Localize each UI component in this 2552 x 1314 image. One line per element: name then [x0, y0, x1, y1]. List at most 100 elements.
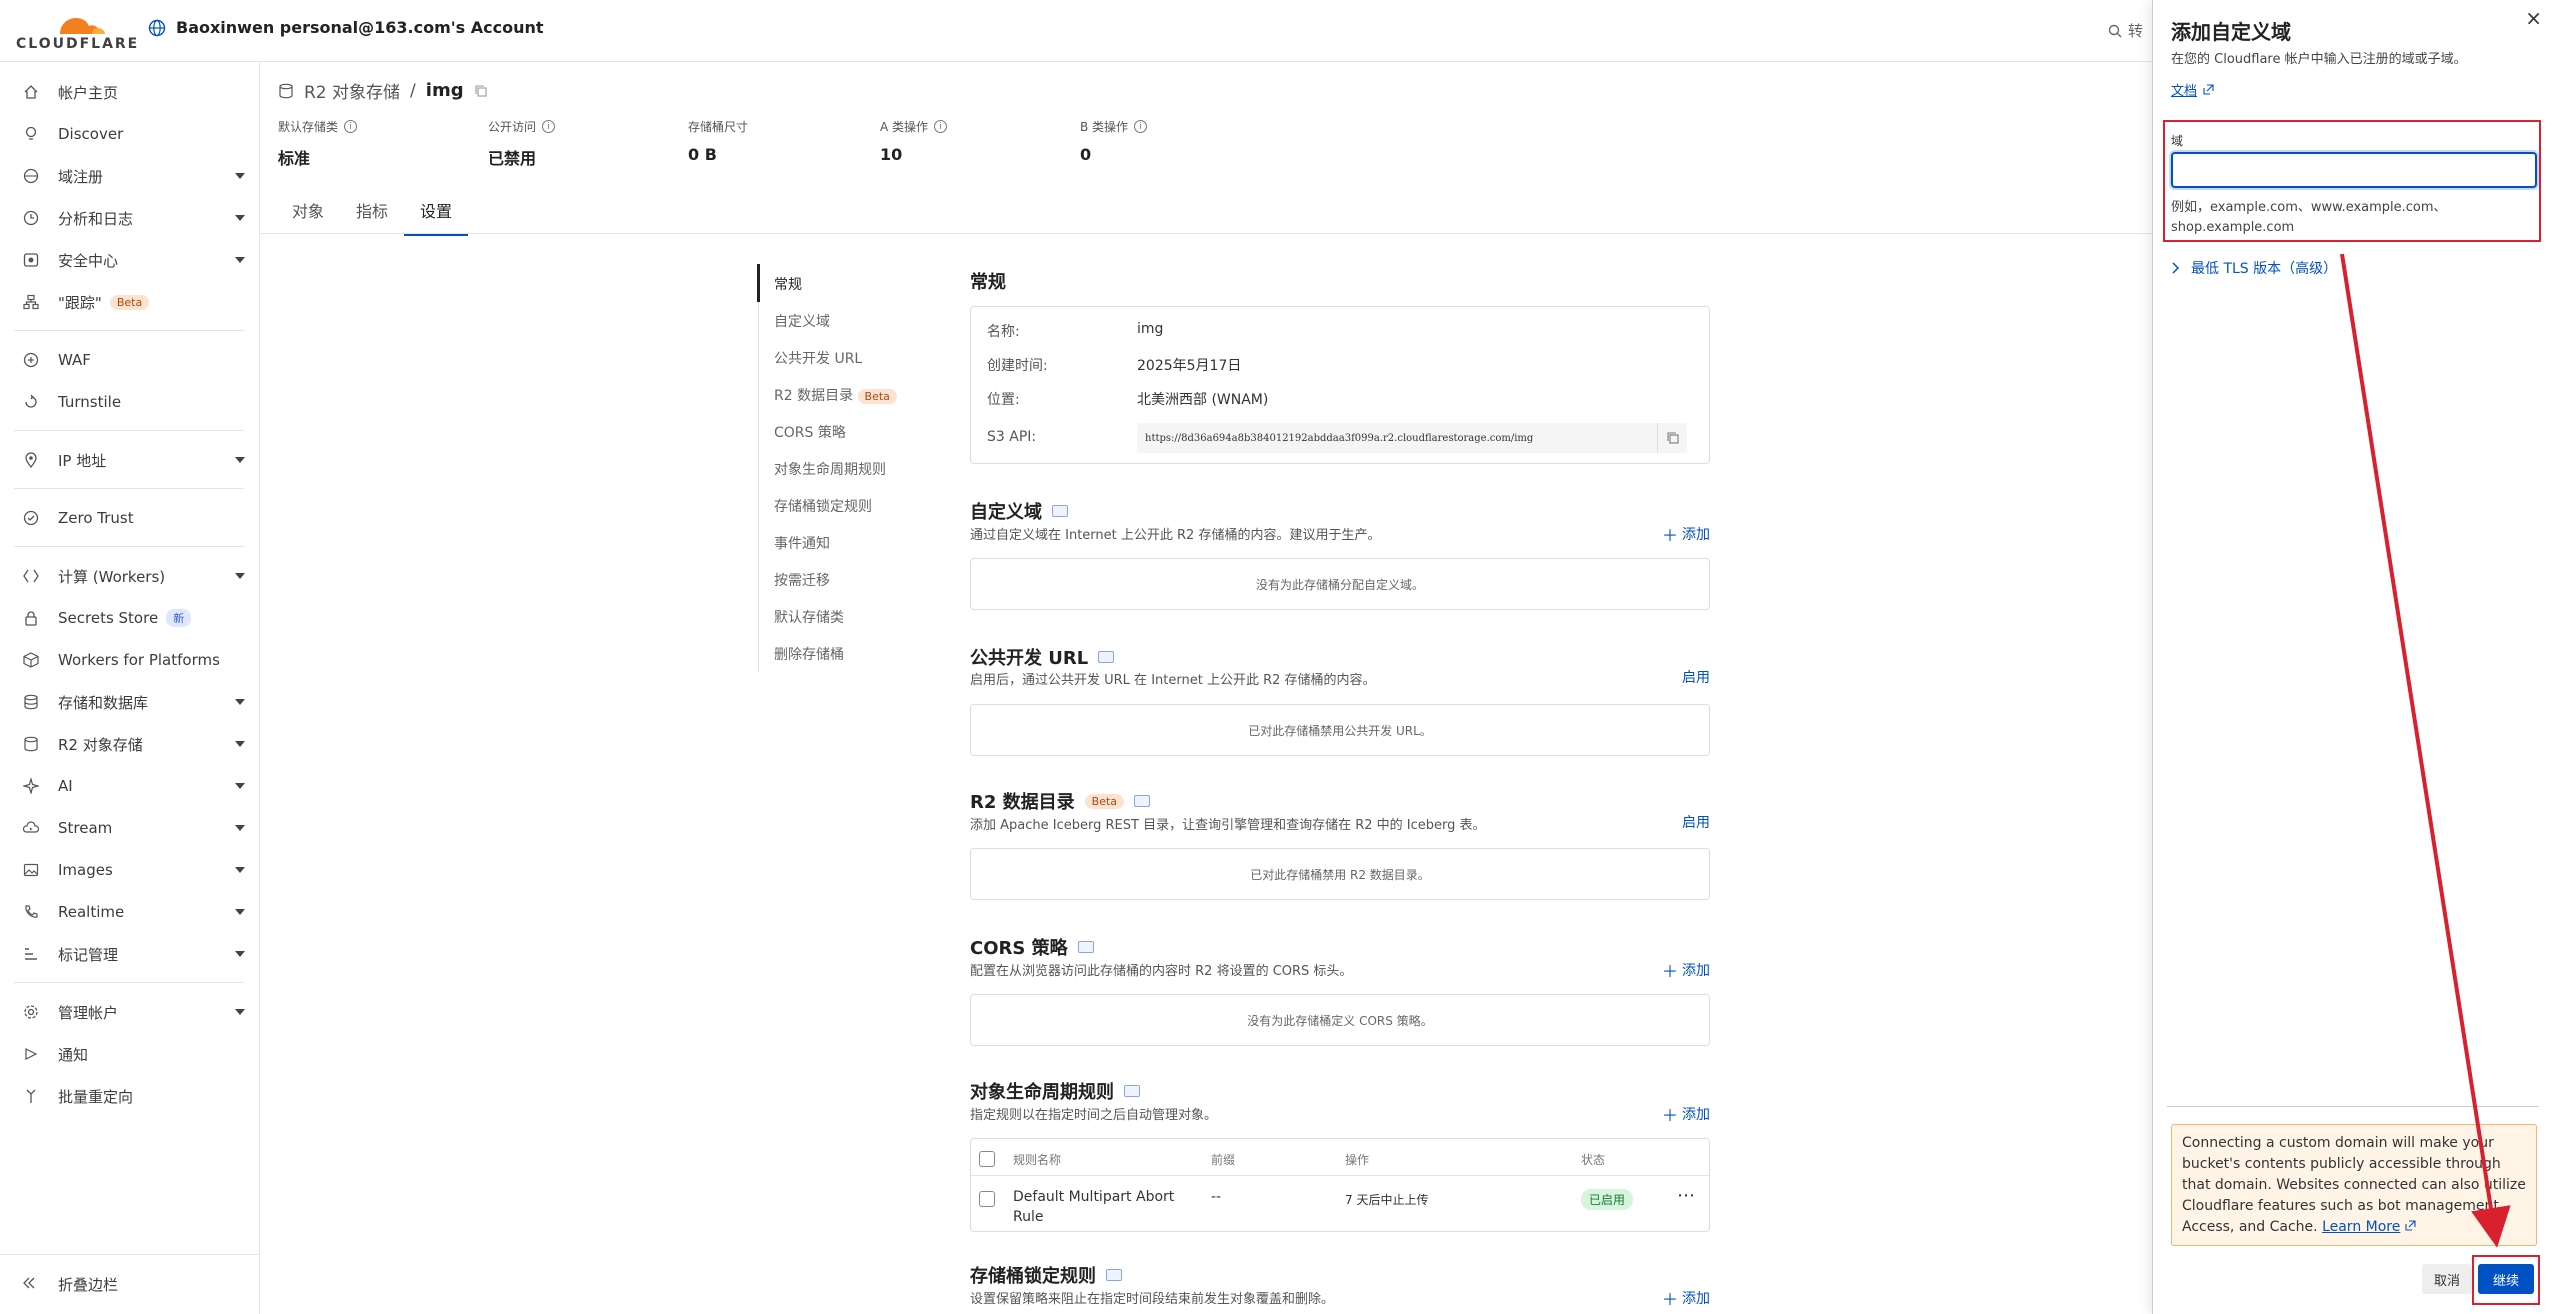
column-header: 状态: [1581, 1153, 1606, 1167]
info-icon[interactable]: i: [934, 120, 948, 133]
settings-nav-event-notifications[interactable]: 事件通知: [774, 533, 830, 553]
more-options-icon[interactable]: ⋯: [1677, 1185, 1696, 1206]
settings-nav-migration[interactable]: 按需迁移: [774, 570, 830, 590]
plus-icon: ＋: [1661, 1290, 1678, 1309]
breadcrumb: R2 对象存储 / img: [278, 78, 488, 103]
sidebar-item-r2-storage[interactable]: R2 对象存储: [0, 726, 259, 762]
close-icon[interactable]: ×: [2525, 6, 2542, 30]
docs-link[interactable]: 文档: [2171, 80, 2214, 99]
sidebar-item-waf[interactable]: WAF: [0, 342, 259, 378]
sidebar-item-home[interactable]: 帐户主页: [0, 74, 259, 110]
breadcrumb-root-link[interactable]: R2 对象存储: [304, 78, 400, 103]
sidebar-item-tag-management[interactable]: 标记管理: [0, 936, 259, 972]
sidebar-item-security-center[interactable]: 安全中心: [0, 242, 259, 278]
drawer-description: 在您的 Cloudflare 帐户中输入已注册的域或子域。: [2171, 52, 2467, 67]
sidebar-item-stream[interactable]: Stream: [0, 810, 259, 846]
docs-icon[interactable]: [1134, 795, 1151, 807]
sidebar-item-label: 批量重定向: [58, 1087, 134, 1106]
add-cors-button[interactable]: ＋ 添加: [1662, 958, 1710, 982]
account-switcher[interactable]: Baoxinwen personal@163.com's Account: [148, 18, 544, 37]
sidebar-item-realtime[interactable]: Realtime: [0, 894, 259, 930]
settings-nav-public-dev-url[interactable]: 公共开发 URL: [774, 348, 862, 368]
sidebar-item-label: "跟踪": [58, 293, 102, 312]
settings-nav-lifecycle[interactable]: 对象生命周期规则: [774, 459, 886, 479]
database-icon: [22, 693, 40, 711]
sidebar-item-secrets-store[interactable]: Secrets Store 新: [0, 600, 259, 636]
sidebar-item-ai[interactable]: AI: [0, 768, 259, 804]
row-checkbox[interactable]: [979, 1191, 995, 1207]
settings-nav-bucket-lock[interactable]: 存储桶锁定规则: [774, 496, 872, 516]
sidebar-item-storage-databases[interactable]: 存储和数据库: [0, 684, 259, 720]
cancel-button[interactable]: 取消: [2422, 1264, 2472, 1294]
select-all-checkbox[interactable]: [979, 1151, 995, 1167]
sidebar-item-workers-for-platforms[interactable]: Workers for Platforms: [0, 642, 259, 678]
search-area[interactable]: 转: [2108, 20, 2143, 41]
general-info-card: 名称: img 创建时间: 2025年5月17日 位置: 北美洲西部 (WNAM…: [970, 306, 1710, 464]
s3-api-field[interactable]: https://8d36a694a8b384012192abddaa3f099a…: [1137, 423, 1687, 453]
enable-data-catalog-button[interactable]: 启用: [1682, 812, 1710, 832]
sidebar-item-notifications[interactable]: 通知: [0, 1036, 259, 1072]
stat-value: 标准: [278, 149, 311, 168]
enable-public-url-button[interactable]: 启用: [1682, 667, 1710, 687]
domain-input[interactable]: [2171, 152, 2537, 188]
collapse-sidebar-button[interactable]: 折叠边栏: [0, 1254, 259, 1314]
location-pin-icon: [22, 451, 40, 469]
globe-icon: [22, 167, 40, 185]
settings-nav-default-storage-class[interactable]: 默认存储类: [774, 607, 844, 627]
tab-objects[interactable]: 对象: [276, 192, 340, 236]
info-icon[interactable]: i: [344, 120, 358, 133]
chevron-down-icon: [235, 783, 245, 789]
zero-trust-icon: [22, 509, 40, 527]
docs-icon[interactable]: [1077, 941, 1094, 953]
copy-button[interactable]: [1657, 423, 1687, 453]
docs-icon[interactable]: [1106, 1269, 1122, 1281]
settings-nav-data-catalog[interactable]: R2 数据目录 Beta: [774, 385, 897, 405]
add-custom-domain-button[interactable]: ＋ 添加: [1662, 522, 1710, 546]
sidebar-item-tracing[interactable]: "跟踪" Beta: [0, 284, 259, 320]
sidebar-item-label: 管理帐户: [58, 1003, 119, 1022]
sidebar-item-domain-registration[interactable]: 域注册: [0, 158, 259, 194]
stat-bucket-size: 存储桶尺寸 0 B: [688, 118, 748, 164]
cloudflare-logo[interactable]: CLOUDFLARE: [16, 10, 137, 54]
tab-settings[interactable]: 设置: [404, 192, 469, 236]
tab-metrics[interactable]: 指标: [340, 192, 404, 236]
settings-nav-delete-bucket[interactable]: 删除存储桶: [774, 644, 844, 664]
sidebar-item-bulk-redirects[interactable]: 批量重定向: [0, 1078, 259, 1114]
docs-icon[interactable]: [1098, 651, 1115, 663]
s3-api-label: S3 API:: [987, 429, 1037, 445]
sidebar-item-label: 分析和日志: [58, 209, 134, 228]
chevron-down-icon: [235, 573, 245, 579]
docs-icon[interactable]: [1052, 505, 1068, 517]
sidebar-item-discover[interactable]: Discover: [0, 116, 259, 152]
add-lifecycle-rule-button[interactable]: ＋ 添加: [1662, 1102, 1710, 1126]
action-label: 启用: [1682, 670, 1710, 686]
sidebar-item-turnstile[interactable]: Turnstile: [0, 384, 259, 420]
stat-label: B 类操作: [1080, 120, 1129, 134]
stat-label: 默认存储类: [278, 120, 339, 134]
sidebar-item-label: 标记管理: [58, 945, 119, 964]
sidebar-item-label: Turnstile: [58, 393, 122, 411]
sidebar-item-images[interactable]: Images: [0, 852, 259, 888]
copy-icon[interactable]: [474, 84, 488, 98]
stat-value: 0: [1080, 145, 1092, 164]
sidebar-item-zero-trust[interactable]: Zero Trust: [0, 500, 259, 536]
learn-more-link[interactable]: Learn More: [2322, 1219, 2400, 1235]
min-tls-version-toggle[interactable]: 最低 TLS 版本（高级）: [2171, 258, 2337, 278]
lock-icon: [22, 609, 40, 627]
stat-public-access: 公开访问 i 已禁用: [488, 118, 556, 169]
info-icon[interactable]: i: [1134, 120, 1148, 133]
sidebar-item-label: Images: [58, 861, 113, 879]
add-bucket-lock-button[interactable]: ＋ 添加: [1662, 1286, 1710, 1310]
sidebar-item-analytics[interactable]: 分析和日志: [0, 200, 259, 236]
info-icon[interactable]: i: [542, 120, 556, 133]
stat-default-storage-class: 默认存储类 i 标准: [278, 118, 358, 169]
settings-nav-custom-domains[interactable]: 自定义域: [774, 311, 830, 331]
sidebar-item-ip-addresses[interactable]: IP 地址: [0, 442, 259, 478]
general-section-title: 常规: [970, 272, 1006, 293]
sidebar-item-manage-account[interactable]: 管理帐户: [0, 994, 259, 1030]
settings-nav-cors[interactable]: CORS 策略: [774, 422, 846, 442]
sidebar-item-workers[interactable]: 计算 (Workers): [0, 558, 259, 594]
sidebar: 帐户主页 Discover 域注册 分析和日志 安全中心 "跟踪" Beta W…: [0, 62, 260, 1314]
docs-icon[interactable]: [1124, 1085, 1140, 1097]
settings-nav-general[interactable]: 常规: [774, 274, 802, 294]
